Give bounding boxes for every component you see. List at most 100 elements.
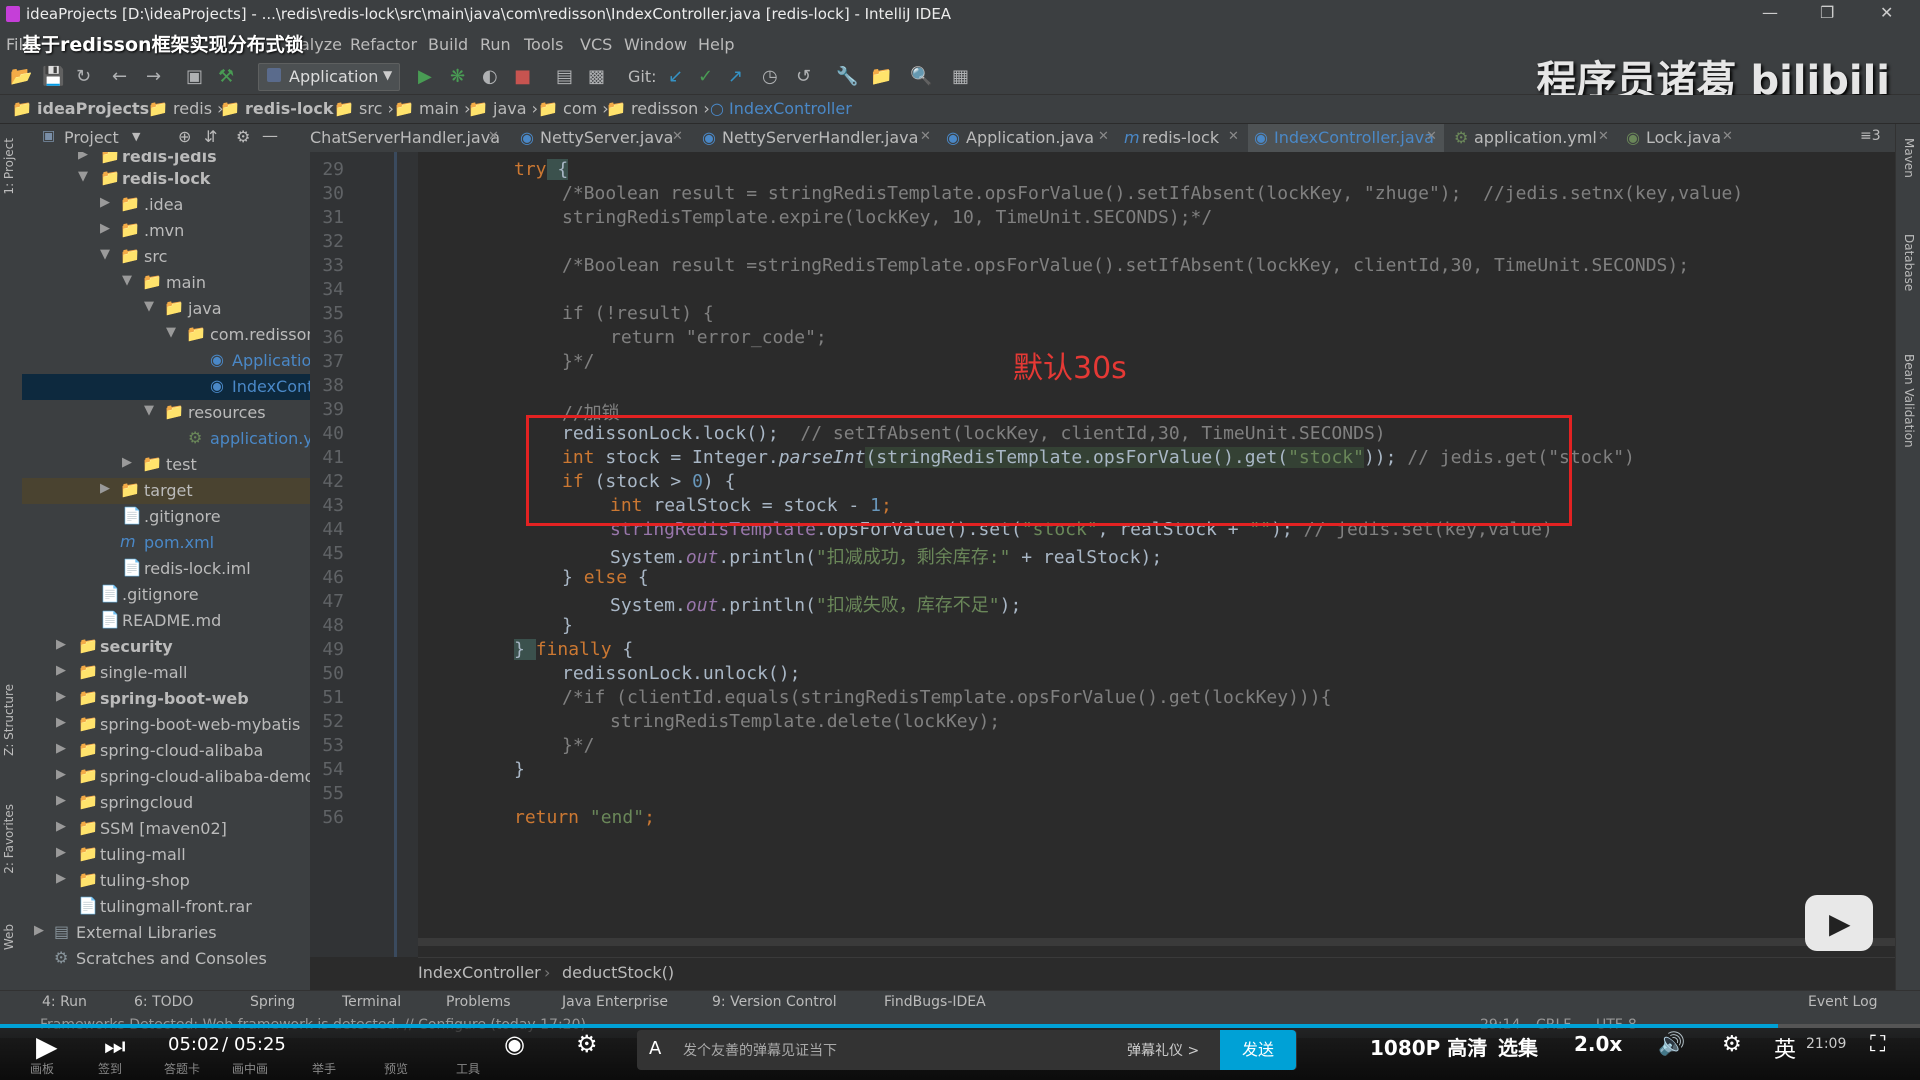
back-icon[interactable]: ←: [112, 66, 127, 87]
player-tool-label[interactable]: 签到: [98, 1060, 122, 1077]
terminal-tool-button[interactable]: Terminal: [342, 994, 401, 1010]
tree-item-test[interactable]: ▶ 📁 test: [22, 452, 310, 478]
tab-lock[interactable]: ◉ Lock.java ✕: [1620, 124, 1738, 152]
tree-item-single-mall[interactable]: ▶ 📁 single-mall: [22, 660, 310, 686]
minimize-icon[interactable]: —: [1762, 3, 1778, 22]
todo-tool-button[interactable]: 6: TODO: [134, 994, 193, 1010]
player-tool-label[interactable]: 答题卡: [164, 1060, 200, 1077]
rollback-icon[interactable]: ↺: [796, 66, 811, 87]
maven-tool-tab[interactable]: Maven: [1902, 138, 1916, 178]
close-icon[interactable]: ✕: [1426, 129, 1437, 144]
tree-item-tulingmall-front[interactable]: 📄 tulingmall-front.rar: [22, 894, 310, 920]
tab-redis-lock-pom[interactable]: m redis-lock ✕: [1118, 124, 1246, 152]
tree-item-spring-boot-web[interactable]: ▶ 📁 spring-boot-web: [22, 686, 310, 712]
structure-icon[interactable]: ▣: [186, 66, 203, 87]
tab-overflow-icon[interactable]: ≡3: [1860, 128, 1881, 144]
breadcrumb-item[interactable]: 📁 redis ›: [148, 99, 224, 118]
danmaku-input[interactable]: 发个友善的弹幕见证当下: [683, 1040, 837, 1060]
favorites-tool-tab[interactable]: 2: Favorites: [2, 804, 16, 874]
run-icon[interactable]: ▶: [418, 66, 432, 87]
tree-item-tuling-shop[interactable]: ▶ 📁 tuling-shop: [22, 868, 310, 894]
tree-item-spring-cloud-alibaba[interactable]: ▶ 📁 spring-cloud-alibaba: [22, 738, 310, 764]
tree-item-pom[interactable]: m pom.xml: [22, 530, 310, 556]
close-icon[interactable]: ✕: [1722, 129, 1733, 144]
tree-item-scratches[interactable]: ⚙ Scratches and Consoles: [22, 946, 310, 972]
tree-item-spring-cloud-alibaba-demo[interactable]: ▶ 📁 spring-cloud-alibaba-demo: [22, 764, 310, 790]
danmaku-settings-icon[interactable]: ⚙: [576, 1030, 598, 1058]
hide-panel-icon[interactable]: —: [262, 126, 278, 145]
bean-validation-tool-tab[interactable]: Bean Validation: [1902, 354, 1916, 448]
deploy-icon[interactable]: ▩: [588, 66, 605, 87]
quality-selector[interactable]: 1080P 高清: [1370, 1032, 1487, 1061]
tree-item-resources[interactable]: ▼ 📁 resources: [22, 400, 310, 426]
tree-item-external-libraries[interactable]: ▶ ▤ External Libraries: [22, 920, 310, 946]
tree-item-application-yml[interactable]: ⚙application.ym: [22, 426, 310, 452]
forward-icon[interactable]: →: [146, 66, 161, 87]
run-tool-button[interactable]: 4: Run: [42, 994, 87, 1010]
menu-analyze[interactable]: alyze: [300, 35, 342, 54]
play-button[interactable]: ▶: [36, 1030, 58, 1063]
tab-application-yml[interactable]: ⚙ application.yml ✕: [1448, 124, 1616, 152]
tree-item-tuling-mall[interactable]: ▶ 📁 tuling-mall: [22, 842, 310, 868]
send-button[interactable]: 发送: [1220, 1030, 1296, 1070]
tree-item-springcloud[interactable]: ▶ 📁 springcloud: [22, 790, 310, 816]
danmaku-etiquette-link[interactable]: 弹幕礼仪 >: [1127, 1040, 1199, 1060]
restore-icon[interactable]: ❐: [1820, 3, 1834, 22]
settings-gear-icon[interactable]: ⚙: [1722, 1032, 1742, 1057]
save-icon[interactable]: 💾: [42, 66, 64, 87]
menu-run[interactable]: Run: [480, 35, 511, 54]
danmaku-style-icon[interactable]: A: [649, 1038, 661, 1059]
tree-item-idea[interactable]: ▶ 📁 .idea: [22, 192, 310, 218]
build-hammer-icon[interactable]: ⚒: [218, 66, 234, 87]
tree-item-indexcontroller[interactable]: ◉IndexContr: [22, 374, 310, 400]
breadcrumb-item[interactable]: 📁 com ›: [538, 99, 609, 118]
tab-application[interactable]: ◉ Application.java ✕: [940, 124, 1114, 152]
presentation-icon[interactable]: ▦: [952, 66, 969, 87]
collapse-all-icon[interactable]: ⇵: [204, 127, 217, 146]
danmaku-toggle-icon[interactable]: ◉: [504, 1030, 525, 1058]
settings-wrench-icon[interactable]: 🔧: [836, 66, 858, 87]
spring-tool-button[interactable]: Spring: [250, 994, 295, 1010]
menu-build[interactable]: Build: [428, 35, 468, 54]
breadcrumb-method[interactable]: deductStock(): [562, 963, 674, 982]
tab-indexcontroller[interactable]: ◉ IndexController.java ✕: [1248, 124, 1444, 155]
tree-item-security[interactable]: ▶ 📁 security: [22, 634, 310, 660]
breadcrumb-class[interactable]: IndexController: [418, 963, 541, 982]
close-icon[interactable]: ✕: [920, 129, 931, 144]
code-editor[interactable]: try { /*Boolean result = stringRedisTemp…: [418, 152, 1895, 957]
breadcrumb-item[interactable]: 📁 redis-lock ›: [220, 99, 345, 118]
danmaku-input-box[interactable]: A 发个友善的弹幕见证当下 弹幕礼仪 >: [637, 1030, 1297, 1070]
close-icon[interactable]: ✕: [1098, 129, 1109, 144]
version-control-tool-button[interactable]: 9: Version Control: [712, 994, 837, 1010]
player-tool-label[interactable]: 预览: [384, 1060, 408, 1077]
episode-selector[interactable]: 选集: [1498, 1032, 1538, 1061]
player-tool-label[interactable]: 工具: [456, 1060, 480, 1077]
player-tool-label[interactable]: 画中画: [232, 1060, 268, 1077]
player-tool-label[interactable]: 举手: [312, 1060, 336, 1077]
git-push-icon[interactable]: ↗: [728, 66, 743, 87]
tree-item-application[interactable]: ◉Application: [22, 348, 310, 374]
tree-item-redis-lock[interactable]: ▼ 📁 redis-lock: [22, 166, 310, 192]
breadcrumb-item[interactable]: 📁 java ›: [468, 99, 538, 118]
tree-item-spring-boot-web-mybatis[interactable]: ▶ 📁 spring-boot-web-mybatis: [22, 712, 310, 738]
tree-item-iml[interactable]: 📄 redis-lock.iml: [22, 556, 310, 582]
close-icon[interactable]: ✕: [1228, 129, 1239, 144]
tree-item-ssm[interactable]: ▶ 📁 SSM [maven02]: [22, 816, 310, 842]
tree-item-readme[interactable]: 📄 README.md: [22, 608, 310, 634]
search-icon[interactable]: 🔍: [910, 66, 932, 87]
tree-item-target[interactable]: ▶ 📁 target: [22, 478, 310, 504]
stop-icon[interactable]: ■: [514, 66, 531, 87]
breadcrumb-item[interactable]: 📁 redisson ›: [606, 99, 710, 118]
project-tool-tab[interactable]: 1: Project: [2, 138, 16, 195]
tree-item-main[interactable]: ▼ 📁 main: [22, 270, 310, 296]
menu-help[interactable]: Help: [698, 35, 734, 54]
speed-selector[interactable]: 2.0x: [1574, 1032, 1622, 1056]
menu-vcs[interactable]: VCS: [580, 35, 612, 54]
player-tool-label[interactable]: 画板: [30, 1060, 54, 1077]
findbugs-tool-button[interactable]: FindBugs-IDEA: [884, 994, 986, 1010]
tree-item-com-redisson[interactable]: ▼ 📁 com.redisson: [22, 322, 310, 348]
locate-icon[interactable]: ⊕: [178, 127, 191, 146]
breadcrumb-item[interactable]: 📁 main ›: [394, 99, 470, 118]
tree-item-gitignore[interactable]: 📄 .gitignore: [22, 582, 310, 608]
java-enterprise-tool-button[interactable]: Java Enterprise: [562, 994, 668, 1010]
